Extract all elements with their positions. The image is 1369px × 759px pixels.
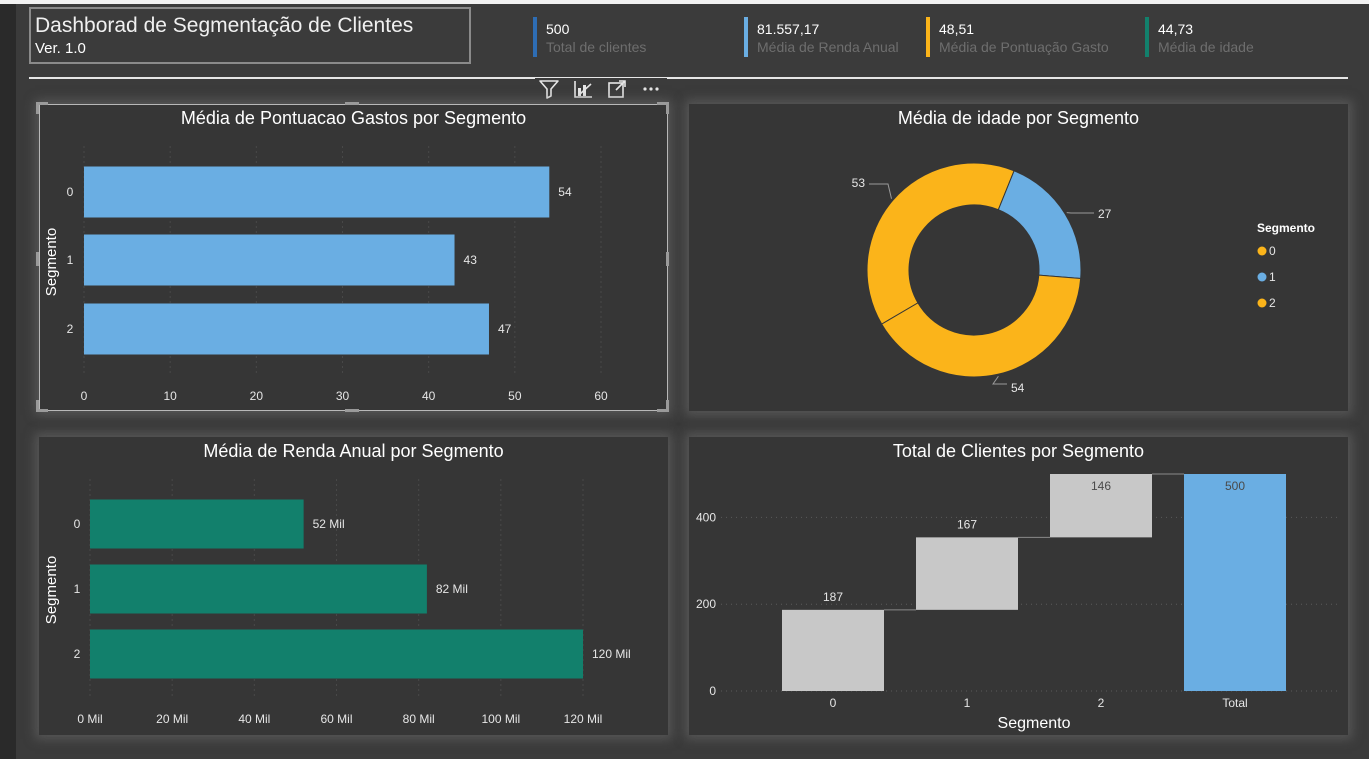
panel-total-clientes[interactable]: Total de Clientes por Segmento 0 200 400 18… — [689, 437, 1348, 735]
filter-icon[interactable] — [538, 78, 560, 100]
y-tick-label: 400 — [696, 510, 716, 524]
leader-line — [992, 375, 1007, 385]
chart-renda-anual: 0 Mil 20 Mil 40 Mil 60 Mil 80 Mil 100 Mil 120 … — [43, 479, 631, 726]
kpi-accent-bar — [1145, 17, 1149, 57]
focus-chart-icon[interactable] — [572, 78, 594, 100]
kpi-value: 500 — [546, 21, 570, 37]
data-label: 54 — [558, 185, 572, 199]
kpi-label: Média de Renda Anual — [757, 39, 899, 55]
kpi-accent-bar — [744, 17, 748, 57]
resize-handle[interactable] — [36, 102, 39, 114]
x-tick-label: 40 — [422, 389, 436, 403]
kpi-accent-bar — [533, 17, 537, 57]
data-label: 53 — [852, 176, 866, 190]
x-tick-label: 50 — [508, 389, 522, 403]
dashboard-title-box: Dashborad de Segmentação de Clientes Ver… — [29, 7, 471, 64]
legend-label: 1 — [1269, 270, 1276, 284]
kpi-value: 44,73 — [1158, 21, 1194, 37]
x-tick-label: 80 Mil — [403, 712, 435, 726]
x-tick-label: 20 — [250, 389, 264, 403]
waterfall-bar — [782, 609, 884, 691]
y-tick-label: 1 — [67, 253, 74, 267]
data-label: 54 — [1011, 381, 1025, 395]
kpi-value: 48,51 — [939, 21, 975, 37]
data-label: 146 — [1091, 479, 1111, 493]
chart-total-clientes: 0 200 400 187 0 167 1 146 2 500 Total Segmento — [696, 473, 1339, 732]
resize-handle[interactable] — [36, 252, 39, 266]
x-tick-label: 100 Mil — [481, 712, 520, 726]
data-label: 47 — [498, 322, 512, 336]
resize-handle[interactable] — [666, 252, 669, 266]
y-tick-label: 2 — [74, 647, 81, 661]
y-tick-label: 0 — [74, 517, 81, 531]
data-label: 43 — [464, 253, 478, 267]
expand-icon[interactable] — [606, 78, 628, 100]
kpi-label: Total de clientes — [546, 39, 647, 55]
x-tick-label: 10 — [163, 389, 177, 403]
data-label: 82 Mil — [436, 582, 468, 596]
resize-handle[interactable] — [345, 102, 359, 105]
x-tick-label: Total — [1222, 696, 1247, 710]
data-label: 52 Mil — [313, 517, 345, 531]
data-label: 120 Mil — [592, 647, 631, 661]
kpi-label: Média de Pontuação Gasto — [939, 39, 1109, 55]
y-axis-title: Segmento — [43, 228, 60, 296]
kpi-label: Média de idade — [1158, 39, 1254, 55]
more-options-icon[interactable] — [640, 78, 662, 100]
legend-marker — [1257, 272, 1267, 282]
bar — [84, 303, 489, 355]
dashboard-version: Ver. 1.0 — [35, 40, 86, 57]
legend-label: 2 — [1269, 296, 1276, 310]
x-tick-label: 20 Mil — [156, 712, 188, 726]
legend-marker — [1257, 246, 1267, 256]
bar — [84, 166, 550, 218]
y-axis-title: Segmento — [43, 556, 60, 624]
panel-media-idade[interactable]: Média de idade por Segmento 53 27 54 Segmen… — [689, 104, 1348, 411]
legend-label: 0 — [1269, 244, 1276, 258]
y-tick-label: 0 — [709, 684, 716, 698]
panel-renda-anual[interactable]: Média de Renda Anual por Segmento 0 Mil 2… — [39, 437, 668, 735]
resize-handle[interactable] — [666, 400, 669, 412]
chart-pontuacao-gastos: 0 10 20 30 40 50 60 54 0 43 1 47 2 Segmento — [43, 146, 608, 403]
x-tick-label: 30 — [336, 389, 350, 403]
panel-pontuacao-gastos[interactable]: Média de Pontuacao Gastos por Segmento 0… — [39, 104, 668, 411]
bar — [90, 564, 427, 614]
x-tick-label: 2 — [1098, 696, 1105, 710]
bar — [90, 629, 583, 679]
x-tick-label: 120 Mil — [564, 712, 603, 726]
y-tick-label: 200 — [696, 597, 716, 611]
visual-header-toolbar — [535, 78, 667, 100]
legend-title: Segmento — [1257, 221, 1315, 235]
data-label: 187 — [823, 590, 843, 604]
data-label: 27 — [1098, 207, 1112, 221]
x-tick-label: 0 — [830, 696, 837, 710]
header-divider — [29, 77, 1348, 79]
legend-marker — [1257, 298, 1267, 308]
kpi-accent-bar — [926, 17, 930, 57]
x-tick-label: 0 — [81, 389, 88, 403]
y-tick-label: 1 — [74, 582, 81, 596]
data-label: 167 — [957, 517, 977, 531]
x-tick-label: 60 Mil — [320, 712, 352, 726]
resize-handle[interactable] — [36, 400, 39, 412]
x-tick-label: 0 Mil — [77, 712, 102, 726]
x-axis-title: Segmento — [998, 715, 1071, 732]
waterfall-bar — [1184, 474, 1286, 691]
waterfall-bar — [916, 537, 1018, 610]
y-tick-label: 2 — [67, 322, 74, 336]
donut-slice — [997, 170, 1082, 280]
bar — [84, 234, 455, 286]
data-label: 500 — [1225, 479, 1245, 493]
bar — [90, 499, 304, 549]
resize-handle[interactable] — [666, 102, 669, 114]
x-tick-label: 1 — [964, 696, 971, 710]
resize-handle[interactable] — [345, 409, 359, 412]
x-tick-label: 60 — [594, 389, 608, 403]
leader-line — [869, 183, 892, 199]
chart-media-idade: 53 27 54 Segmento 0 1 2 — [852, 162, 1315, 395]
kpi-value: 81.557,17 — [757, 21, 820, 37]
y-tick-label: 0 — [67, 185, 74, 199]
dashboard-title: Dashborad de Segmentação de Clientes — [35, 14, 414, 37]
x-tick-label: 40 Mil — [238, 712, 270, 726]
